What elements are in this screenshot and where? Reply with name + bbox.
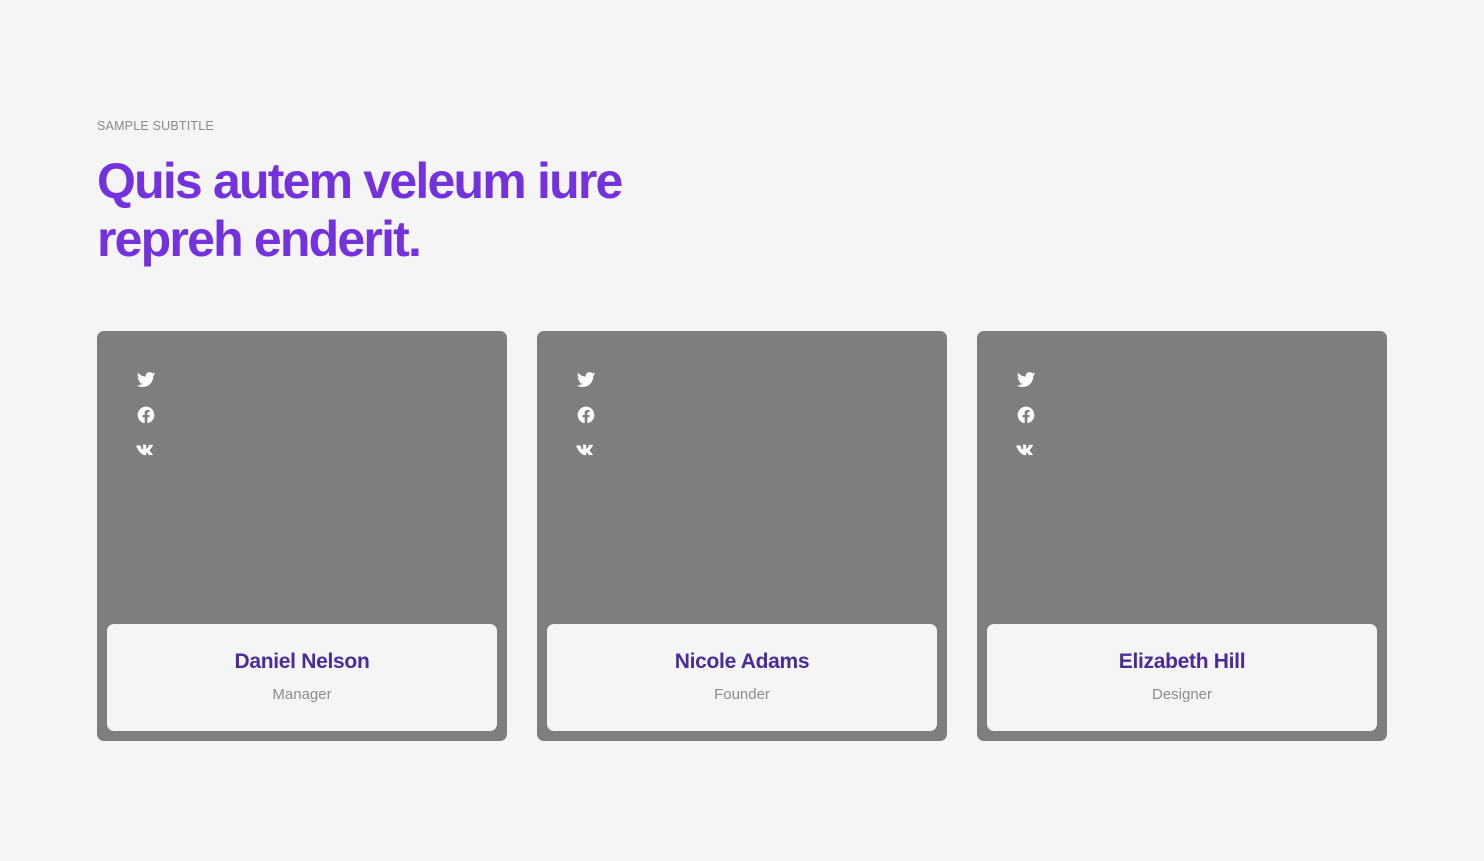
twitter-icon [136, 372, 156, 387]
member-name: Nicole Adams [674, 650, 810, 673]
vk-icon [136, 444, 153, 456]
member-info: Nicole Adams Founder [547, 624, 937, 731]
facebook-link[interactable] [575, 404, 597, 426]
member-name: Elizabeth Hill [1118, 650, 1246, 673]
twitter-icon [576, 372, 596, 387]
twitter-link[interactable] [1015, 369, 1037, 391]
section-subtitle: SAMPLE SUBTITLE [97, 119, 214, 133]
vk-link[interactable] [575, 439, 597, 461]
team-card: Daniel Nelson Manager [97, 331, 507, 741]
member-info: Elizabeth Hill Designer [987, 624, 1377, 731]
member-role: Founder [714, 686, 770, 703]
twitter-icon [1016, 372, 1036, 387]
team-card: Elizabeth Hill Designer [977, 331, 1387, 741]
member-role: Designer [1151, 686, 1213, 703]
social-links [575, 369, 597, 461]
member-info: Daniel Nelson Manager [107, 624, 497, 731]
facebook-icon [137, 406, 155, 424]
facebook-link[interactable] [135, 404, 157, 426]
member-name: Daniel Nelson [234, 650, 370, 673]
twitter-link[interactable] [575, 369, 597, 391]
team-card: Nicole Adams Founder [537, 331, 947, 741]
vk-icon [1016, 444, 1033, 456]
team-cards: Daniel Nelson Manager Nicole Adams Found… [97, 331, 1387, 741]
facebook-icon [1017, 406, 1035, 424]
vk-link[interactable] [135, 439, 157, 461]
social-links [1015, 369, 1037, 461]
twitter-link[interactable] [135, 369, 157, 391]
facebook-icon [577, 406, 595, 424]
member-role: Manager [272, 686, 332, 703]
vk-link[interactable] [1015, 439, 1037, 461]
social-links [135, 369, 157, 461]
facebook-link[interactable] [1015, 404, 1037, 426]
team-section: SAMPLE SUBTITLE Quis autem veleum iure r… [97, 0, 1387, 861]
vk-icon [576, 444, 593, 456]
section-title: Quis autem veleum iure repreh enderit. [97, 153, 623, 267]
